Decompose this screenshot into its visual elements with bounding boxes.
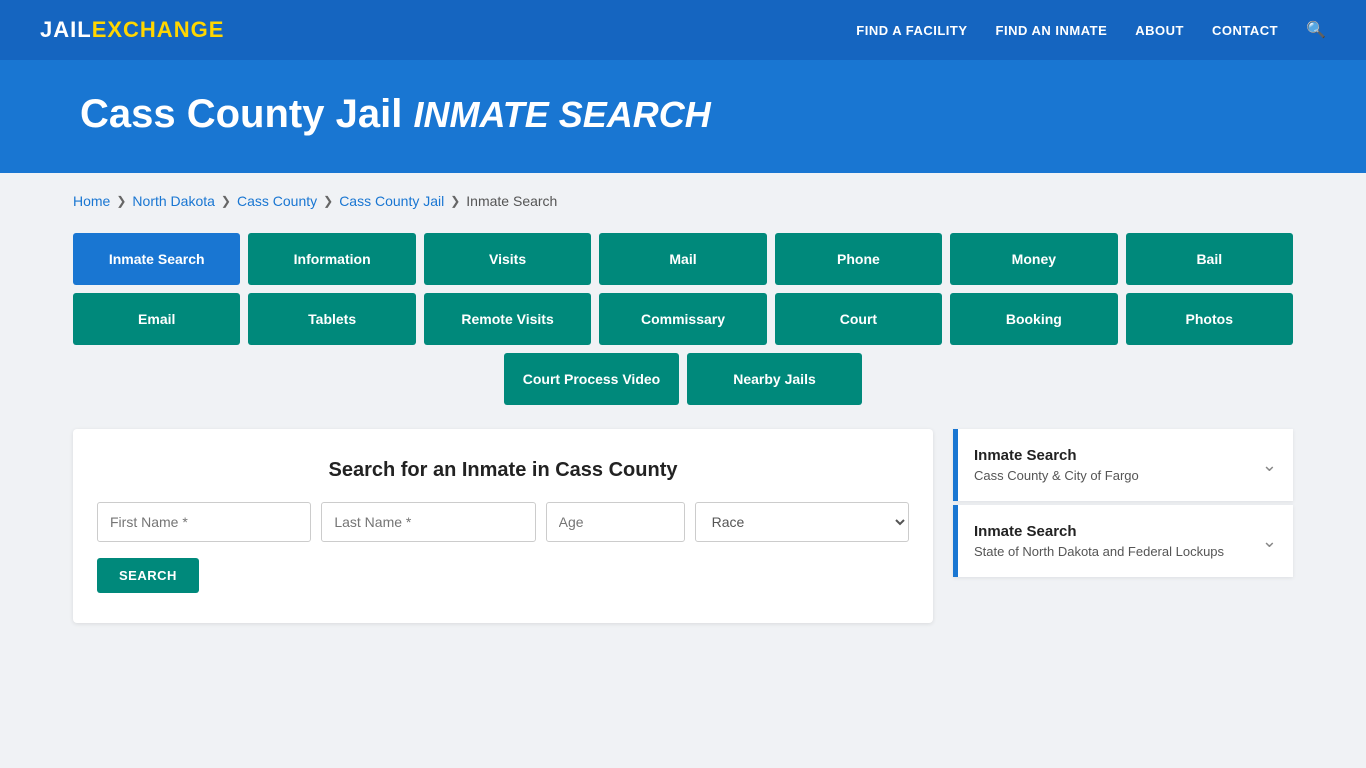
btn-photos[interactable]: Photos <box>1126 293 1293 345</box>
race-select[interactable]: Race White Black Hispanic Asian Native A… <box>695 502 909 542</box>
header-search-button[interactable]: 🔍 <box>1306 20 1326 40</box>
site-header: JAILEXCHANGE FIND A FACILITY FIND AN INM… <box>0 0 1366 60</box>
nav-find-facility[interactable]: FIND A FACILITY <box>856 23 967 38</box>
first-name-input[interactable] <box>97 502 311 542</box>
hero-title-italic: INMATE SEARCH <box>413 94 710 135</box>
btn-money[interactable]: Money <box>950 233 1117 285</box>
breadcrumb-sep-3: ❯ <box>323 194 333 208</box>
btn-mail[interactable]: Mail <box>599 233 766 285</box>
breadcrumb-jail[interactable]: Cass County Jail <box>339 193 444 209</box>
sidebar: Inmate Search Cass County & City of Farg… <box>953 429 1293 623</box>
hero-title: Cass County Jail INMATE SEARCH <box>80 92 1286 137</box>
nav-buttons-row2: Email Tablets Remote Visits Commissary C… <box>73 293 1293 345</box>
hero-title-main: Cass County Jail <box>80 92 402 136</box>
breadcrumb-sep-4: ❯ <box>450 194 460 208</box>
chevron-down-icon-2: ⌄ <box>1262 531 1277 552</box>
breadcrumb-current: Inmate Search <box>466 193 557 209</box>
nav-find-inmate[interactable]: FIND AN INMATE <box>996 23 1108 38</box>
btn-nearby-jails[interactable]: Nearby Jails <box>687 353 862 405</box>
btn-court-process-video[interactable]: Court Process Video <box>504 353 679 405</box>
sidebar-card-nd[interactable]: Inmate Search State of North Dakota and … <box>953 505 1293 577</box>
sidebar-card-cass[interactable]: Inmate Search Cass County & City of Farg… <box>953 429 1293 501</box>
nav-contact[interactable]: CONTACT <box>1212 23 1278 38</box>
header-nav: FIND A FACILITY FIND AN INMATE ABOUT CON… <box>856 20 1326 40</box>
age-input[interactable] <box>546 502 685 542</box>
logo-jail: JAIL <box>40 17 92 43</box>
breadcrumb-home[interactable]: Home <box>73 193 110 209</box>
nav-about[interactable]: ABOUT <box>1135 23 1184 38</box>
chevron-down-icon: ⌄ <box>1262 455 1277 476</box>
search-title: Search for an Inmate in Cass County <box>97 459 909 482</box>
btn-information[interactable]: Information <box>248 233 415 285</box>
hero-banner: Cass County Jail INMATE SEARCH <box>0 60 1366 173</box>
search-panel: Search for an Inmate in Cass County Race… <box>73 429 933 623</box>
breadcrumb: Home ❯ North Dakota ❯ Cass County ❯ Cass… <box>73 193 1293 209</box>
btn-visits[interactable]: Visits <box>424 233 591 285</box>
logo-exchange: EXCHANGE <box>92 17 225 43</box>
sidebar-card-cass-title: Inmate Search <box>974 447 1139 464</box>
btn-remote-visits[interactable]: Remote Visits <box>424 293 591 345</box>
btn-tablets[interactable]: Tablets <box>248 293 415 345</box>
sidebar-card-cass-text: Inmate Search Cass County & City of Farg… <box>974 447 1139 483</box>
sidebar-card-nd-subtitle: State of North Dakota and Federal Lockup… <box>974 544 1224 559</box>
breadcrumb-sep-1: ❯ <box>116 194 126 208</box>
btn-commissary[interactable]: Commissary <box>599 293 766 345</box>
btn-court[interactable]: Court <box>775 293 942 345</box>
btn-inmate-search[interactable]: Inmate Search <box>73 233 240 285</box>
nav-buttons-row3: Court Process Video Nearby Jails <box>73 353 1293 405</box>
sidebar-card-nd-text: Inmate Search State of North Dakota and … <box>974 523 1224 559</box>
main-content: Home ❯ North Dakota ❯ Cass County ❯ Cass… <box>33 173 1333 643</box>
btn-booking[interactable]: Booking <box>950 293 1117 345</box>
search-button[interactable]: SEARCH <box>97 558 199 593</box>
lower-section: Search for an Inmate in Cass County Race… <box>73 429 1293 623</box>
search-form: Race White Black Hispanic Asian Native A… <box>97 502 909 542</box>
sidebar-card-cass-subtitle: Cass County & City of Fargo <box>974 468 1139 483</box>
last-name-input[interactable] <box>321 502 535 542</box>
breadcrumb-county[interactable]: Cass County <box>237 193 317 209</box>
nav-buttons-row1: Inmate Search Information Visits Mail Ph… <box>73 233 1293 285</box>
breadcrumb-sep-2: ❯ <box>221 194 231 208</box>
btn-bail[interactable]: Bail <box>1126 233 1293 285</box>
btn-email[interactable]: Email <box>73 293 240 345</box>
btn-phone[interactable]: Phone <box>775 233 942 285</box>
sidebar-card-nd-title: Inmate Search <box>974 523 1224 540</box>
logo[interactable]: JAILEXCHANGE <box>40 17 224 43</box>
breadcrumb-state[interactable]: North Dakota <box>132 193 214 209</box>
